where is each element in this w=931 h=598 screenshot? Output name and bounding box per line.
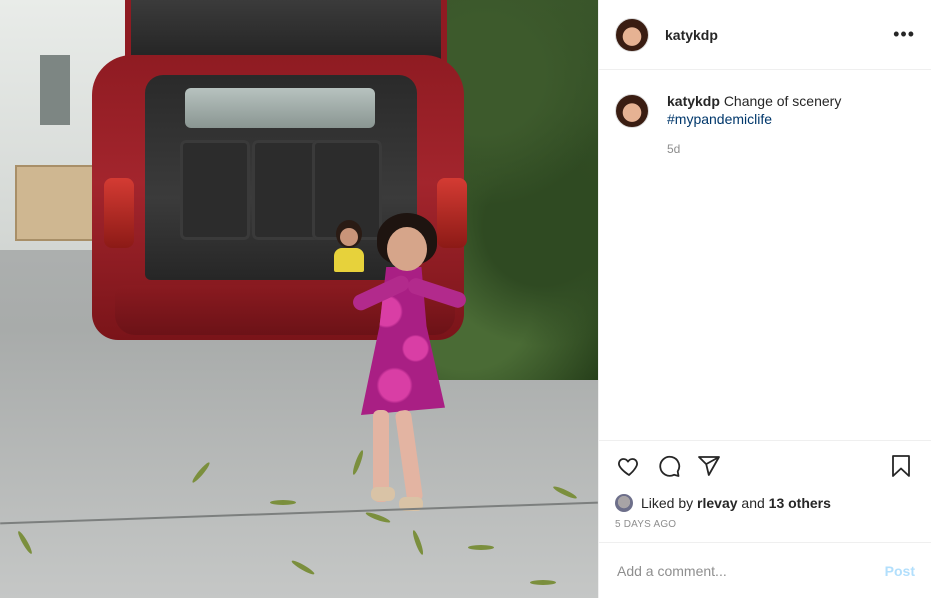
fallen-leaf [530,580,556,585]
heart-icon[interactable] [615,452,643,480]
comment-input[interactable] [615,561,885,580]
caption-area: katykdp Change of scenery #mypandemiclif… [599,70,931,440]
caption-avatar[interactable] [615,94,649,128]
bookmark-icon[interactable] [887,452,915,480]
post-header: katykdp ••• [599,0,931,70]
action-bar [615,441,915,491]
fallen-leaf [552,484,578,501]
house-window [40,55,70,125]
wooden-shelf [15,165,97,241]
post-photo[interactable] [0,0,598,598]
header-username[interactable]: katykdp [665,27,718,43]
driveway-crack [0,501,598,525]
caption-text: Change of scenery [723,93,842,109]
more-options-icon[interactable]: ••• [893,24,915,45]
fallen-leaf [290,558,316,577]
caption-body: katykdp Change of scenery #mypandemiclif… [667,92,841,158]
fallen-leaf [16,529,34,556]
caption-timestamp[interactable]: 5d [667,140,841,158]
van-front-window [185,88,375,128]
likes-summary: Liked by rlevay and 13 others [615,491,915,515]
caption-username[interactable]: katykdp [667,93,720,109]
post-side-panel: katykdp ••• katykdp Change of scenery #m… [598,0,931,598]
caption-row: katykdp Change of scenery #mypandemiclif… [615,92,915,158]
share-icon[interactable] [695,452,723,480]
avatar[interactable] [615,17,649,52]
post-comment-button[interactable]: Post [885,563,915,579]
actions-area: Liked by rlevay and 13 others 5 DAYS AGO [599,440,931,542]
van-taillight-left [104,178,134,248]
likes-others-link[interactable]: 13 others [769,495,831,511]
posted-timestamp[interactable]: 5 DAYS AGO [615,519,915,530]
liker-avatar[interactable] [615,494,633,512]
likes-joiner: and [741,495,765,511]
comment-icon[interactable] [655,452,683,480]
van-seat [180,140,250,240]
fallen-leaf [270,500,296,505]
likes-prefix: Liked by [641,495,694,511]
instagram-post: katykdp ••• katykdp Change of scenery #m… [0,0,931,598]
hashtag-link[interactable]: #mypandemiclife [667,110,841,128]
liker-username[interactable]: rlevay [697,495,737,511]
fallen-leaf [190,460,212,485]
child-dancing [350,205,469,525]
fallen-leaf [468,545,494,550]
fallen-leaf [411,529,425,556]
comment-form: Post [599,542,931,598]
